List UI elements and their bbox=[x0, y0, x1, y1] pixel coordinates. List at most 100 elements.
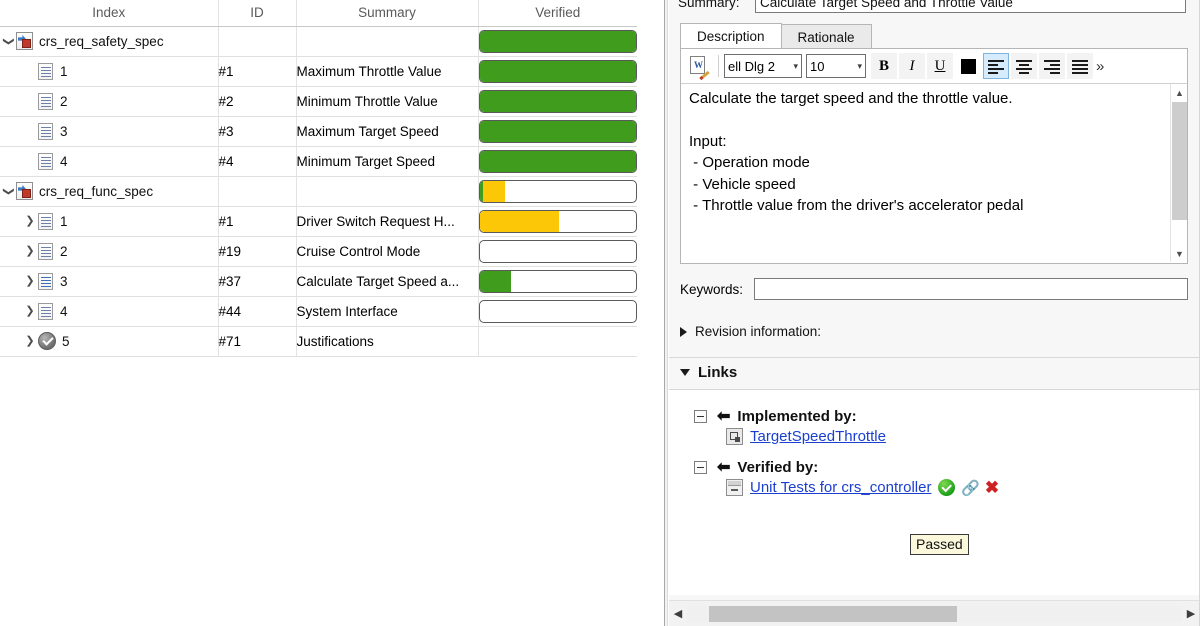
table-row[interactable]: ❯4#4Minimum Target Speed bbox=[0, 146, 637, 177]
details-horizontal-scrollbar[interactable]: ◀ ▶ bbox=[669, 600, 1200, 626]
delete-link-icon[interactable]: ✖ bbox=[984, 479, 999, 496]
table-row[interactable]: ❯ 3 #37 Calculate Target Speed a... bbox=[0, 266, 637, 297]
chevron-right-icon[interactable]: ❯ bbox=[22, 237, 38, 266]
font-size-select[interactable]: 10 ▾ bbox=[806, 54, 866, 78]
align-center-button[interactable] bbox=[1011, 53, 1037, 79]
scrollbar-thumb[interactable] bbox=[709, 605, 957, 622]
open-in-word-icon[interactable] bbox=[686, 53, 712, 81]
cell-verified bbox=[478, 86, 637, 117]
tab-description[interactable]: Description bbox=[680, 23, 782, 49]
passed-status-icon[interactable] bbox=[938, 479, 956, 496]
table-row[interactable]: ❯3#3Maximum Target Speed bbox=[0, 116, 637, 147]
align-left-button[interactable] bbox=[983, 53, 1009, 79]
link-group-verified-by[interactable]: ⬅ Verified by: bbox=[694, 459, 1200, 476]
cell-summary: Maximum Throttle Value bbox=[296, 56, 479, 87]
verified-progress-bar bbox=[478, 89, 637, 113]
cell-verified bbox=[478, 56, 637, 87]
bold-button[interactable]: B bbox=[871, 53, 897, 79]
revision-information-section[interactable]: Revision information: bbox=[680, 324, 821, 339]
italic-button[interactable]: I bbox=[899, 53, 925, 79]
collapse-icon[interactable] bbox=[694, 461, 707, 474]
chevron-down-icon: ▾ bbox=[793, 60, 798, 71]
scrollbar-track[interactable] bbox=[687, 605, 1182, 622]
align-justify-icon bbox=[1072, 59, 1088, 74]
cell-verified bbox=[478, 116, 637, 147]
link-group-implemented-by[interactable]: ⬅ Implemented by: bbox=[694, 408, 1200, 425]
font-size-value: 10 bbox=[810, 58, 825, 74]
column-header-id[interactable]: ID bbox=[218, 0, 297, 27]
link-label[interactable]: Unit Tests for crs_controller bbox=[750, 479, 931, 496]
collapse-icon[interactable] bbox=[694, 410, 707, 423]
table-row[interactable]: ❯ crs_req_safety_spec bbox=[0, 26, 637, 57]
cell-summary: System Interface bbox=[296, 296, 479, 327]
table-row[interactable]: ❯ 1 #1 Driver Switch Request H... bbox=[0, 206, 637, 237]
row-indent: ❯ bbox=[22, 57, 38, 86]
table-header-row: Index ID Summary Verified bbox=[0, 0, 637, 27]
cell-id bbox=[218, 176, 297, 207]
scroll-left-icon[interactable]: ◀ bbox=[669, 601, 687, 626]
description-text-area[interactable]: Calculate the target speed and the throt… bbox=[681, 84, 1187, 262]
table-row[interactable]: ❯ 4 #44 System Interface bbox=[0, 296, 637, 327]
cell-id: #1 bbox=[218, 206, 297, 237]
description-vertical-scrollbar[interactable]: ▲ ▼ bbox=[1170, 84, 1187, 262]
link-chain-icon[interactable]: 🔗 bbox=[961, 479, 980, 497]
font-family-select[interactable]: ell Dlg 2 ▾ bbox=[724, 54, 802, 78]
cell-summary bbox=[296, 26, 479, 57]
verified-progress-bar bbox=[478, 299, 637, 323]
verified-progress-bar bbox=[478, 29, 637, 53]
cell-index: ❯3 bbox=[0, 266, 219, 297]
underline-button[interactable]: U bbox=[927, 53, 953, 79]
column-header-summary[interactable]: Summary bbox=[296, 0, 479, 27]
chevron-right-icon[interactable]: ❯ bbox=[22, 207, 38, 236]
cell-id: #71 bbox=[218, 326, 297, 357]
column-header-index[interactable]: Index bbox=[0, 0, 219, 27]
scroll-right-icon[interactable]: ▶ bbox=[1182, 601, 1200, 626]
align-right-icon bbox=[1044, 59, 1060, 74]
chevron-right-icon[interactable]: ❯ bbox=[22, 297, 38, 326]
tab-rationale[interactable]: Rationale bbox=[780, 24, 872, 49]
table-row[interactable]: ❯ crs_req_func_spec bbox=[0, 176, 637, 207]
links-body: ⬅ Implemented by: TargetSpeedThrottle ⬅ … bbox=[669, 390, 1200, 595]
verified-progress-bar bbox=[478, 179, 637, 203]
chevron-right-icon[interactable]: ❯ bbox=[22, 327, 38, 356]
column-header-verified[interactable]: Verified bbox=[478, 0, 637, 27]
incoming-link-arrow-icon: ⬅ bbox=[717, 458, 731, 476]
cell-index: ❯2 bbox=[0, 236, 219, 267]
detail-tabs: Description Rationale bbox=[680, 23, 872, 49]
link-item-verified-by[interactable]: Unit Tests for crs_controller 🔗 ✖ bbox=[726, 479, 1200, 497]
table-row[interactable]: ❯1#1Maximum Throttle Value bbox=[0, 56, 637, 87]
progress-segment bbox=[479, 60, 636, 82]
align-justify-button[interactable] bbox=[1067, 53, 1093, 79]
chevron-right-icon[interactable]: ❯ bbox=[22, 267, 38, 296]
italic-icon: I bbox=[909, 57, 915, 74]
justification-check-icon bbox=[38, 332, 56, 350]
toolbar-divider bbox=[718, 55, 719, 77]
link-item-implemented-by[interactable]: TargetSpeedThrottle bbox=[726, 428, 1200, 445]
table-row[interactable]: ❯ 5 #71 Justifications bbox=[0, 326, 637, 357]
text-color-button[interactable] bbox=[955, 53, 981, 79]
scrollbar-thumb[interactable] bbox=[1172, 102, 1187, 220]
scroll-up-icon[interactable]: ▲ bbox=[1171, 84, 1187, 101]
table-row[interactable]: ❯2#2Minimum Throttle Value bbox=[0, 86, 637, 117]
word-document-icon bbox=[688, 55, 710, 81]
cell-summary: Minimum Target Speed bbox=[296, 146, 479, 177]
table-row[interactable]: ❯ 2 #19 Cruise Control Mode bbox=[0, 236, 637, 267]
scroll-down-icon[interactable]: ▼ bbox=[1171, 245, 1187, 262]
cell-summary: Cruise Control Mode bbox=[296, 236, 479, 267]
keywords-input[interactable] bbox=[754, 278, 1188, 300]
toolbar-overflow-button[interactable]: » bbox=[1094, 58, 1106, 75]
keywords-row: Keywords: bbox=[669, 277, 1200, 301]
spec-file-icon bbox=[16, 32, 33, 50]
row-indent: ❯ bbox=[22, 87, 38, 116]
cell-index: ❯2 bbox=[0, 86, 219, 117]
links-section-header[interactable]: Links bbox=[680, 364, 737, 381]
progress-segment bbox=[482, 180, 505, 202]
panel-splitter[interactable] bbox=[664, 0, 668, 626]
cell-id: #37 bbox=[218, 266, 297, 297]
summary-input[interactable]: Calculate Target Speed and Throttle Valu… bbox=[755, 0, 1186, 13]
requirement-doc-icon bbox=[38, 62, 53, 80]
links-label: Links bbox=[698, 364, 738, 381]
link-label[interactable]: TargetSpeedThrottle bbox=[750, 428, 886, 445]
align-right-button[interactable] bbox=[1039, 53, 1065, 79]
spec-file-icon bbox=[16, 182, 33, 200]
